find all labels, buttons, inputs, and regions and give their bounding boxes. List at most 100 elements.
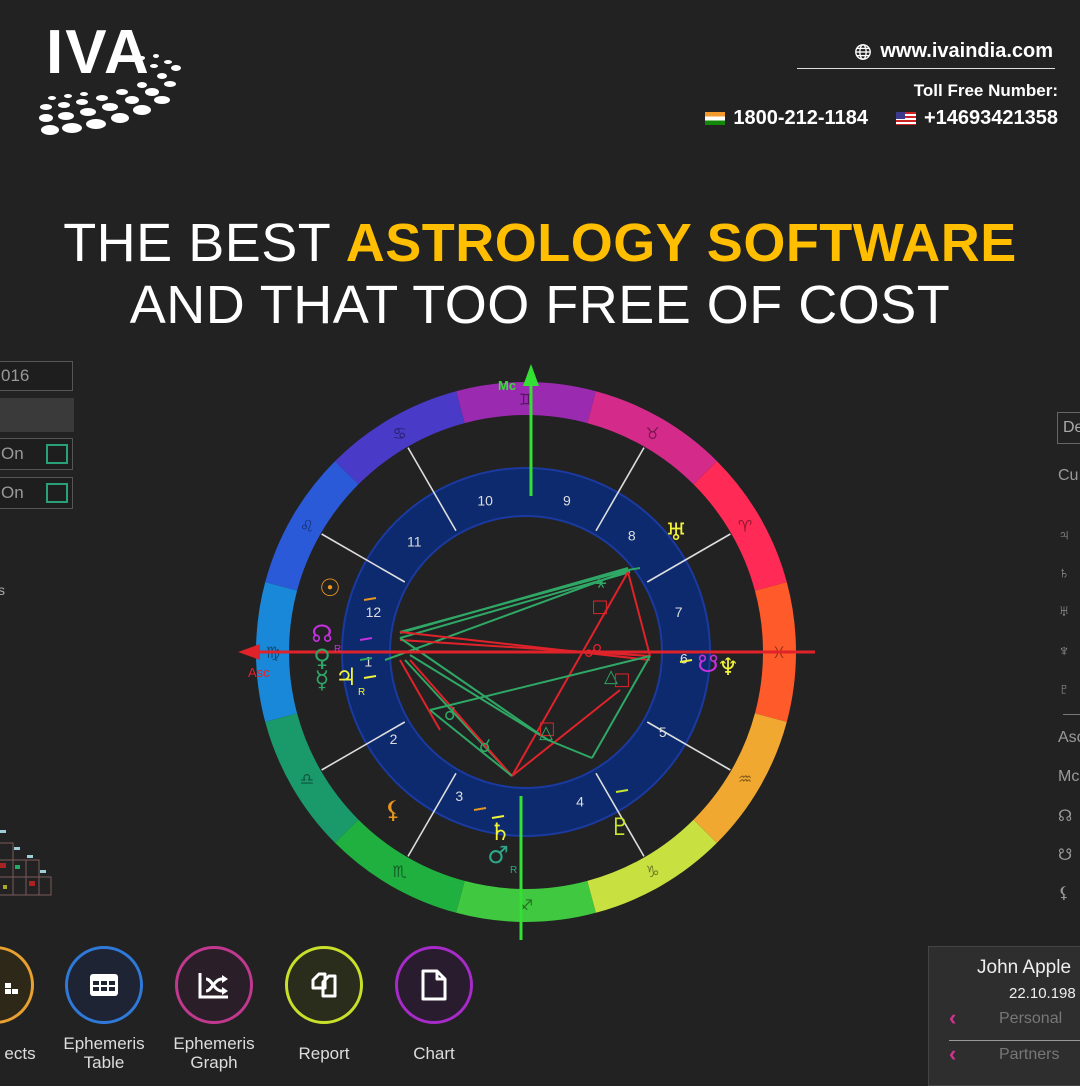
retrograde-marker: R xyxy=(510,865,517,876)
ephemeris-table-button[interactable] xyxy=(65,946,143,1024)
ascendant-arrow-icon xyxy=(238,644,260,660)
date-field[interactable]: 016 xyxy=(0,361,73,391)
globe-icon xyxy=(855,43,872,60)
astrology-chart-wheel[interactable]: ♓♈♉♊♋♌♍♎♏♐♑♒123456789101112□⚹☍△□□△☌☌AscM… xyxy=(230,360,830,945)
zodiac-sign-glyph: ♌ xyxy=(300,517,314,536)
toggle-row-1[interactable]: On xyxy=(0,438,73,470)
midheaven-label: Mc xyxy=(498,378,516,393)
zodiac-sign-glyph: ♉ xyxy=(645,424,659,443)
graph-shuffle-icon xyxy=(198,973,228,999)
divider xyxy=(949,1040,1080,1041)
house-number: 9 xyxy=(563,492,571,508)
aspect-glyph: ☌ xyxy=(444,704,456,725)
toll-free-label: Toll Free Number: xyxy=(913,81,1058,100)
headline-line-1: THE BEST ASTROLOGY SOFTWARE xyxy=(0,212,1080,274)
copy-documents-icon xyxy=(311,972,337,998)
house-number: 5 xyxy=(659,724,667,740)
website-text: www.ivaindia.com xyxy=(880,40,1053,62)
report-label: Report xyxy=(298,1044,350,1063)
headline-line-2: AND THAT TOO FREE OF COST xyxy=(129,275,951,335)
zodiac-sign-glyph: ♒ xyxy=(738,770,752,789)
planet-uranus: ♅ xyxy=(1058,603,1070,620)
profile-name: John Apple xyxy=(977,957,1072,978)
right-header: Cu xyxy=(1058,467,1079,484)
planet-glyph: ☿ xyxy=(315,666,330,694)
zodiac-sign-glyph: ♋ xyxy=(392,424,406,443)
planet-neptune: ♆ xyxy=(1058,643,1070,660)
aspect-glyph: ⚹ xyxy=(596,572,607,593)
profile-card[interactable]: John Apple 22.10.198 ‹ Personal ‹ Partners xyxy=(928,946,1080,1086)
ephemeris-table-label: Ephemeris Table xyxy=(63,1034,145,1072)
house-number: 10 xyxy=(477,492,493,508)
house-number: 7 xyxy=(675,604,683,620)
midheaven-arrow-icon xyxy=(523,364,539,386)
ascendant-label: Asc xyxy=(248,665,270,680)
planet-glyph: ☋ xyxy=(697,650,718,678)
us-flag-icon xyxy=(895,112,916,125)
ephemeris-graph-button[interactable] xyxy=(175,946,253,1024)
chevron-left-icon: ‹ xyxy=(949,1041,957,1066)
planet-glyph: ♃ xyxy=(335,663,357,691)
house-number: 2 xyxy=(390,731,398,747)
logo-dots-graphic xyxy=(39,54,181,135)
aspect-glyph: ☌ xyxy=(479,736,491,757)
point-lilith: ⚸ xyxy=(1058,885,1070,902)
phone-us[interactable]: +14693421358 xyxy=(924,107,1058,130)
planet-saturn: ♄ xyxy=(1058,565,1070,582)
checkbox[interactable] xyxy=(46,444,68,464)
phone-india[interactable]: 1800-212-1184 xyxy=(733,107,868,130)
planet-glyph: ♂ xyxy=(487,841,509,869)
ephemeris-graph-label: Ephemeris Graph xyxy=(173,1034,255,1072)
aspect-grid xyxy=(0,830,52,896)
divider xyxy=(797,68,1055,69)
aspects-button[interactable] xyxy=(0,946,34,1024)
toggle-label: On xyxy=(1,483,24,502)
point-south-node: ☋ xyxy=(1058,847,1073,864)
aspects-icon xyxy=(5,983,18,994)
planet-glyph: ♅ xyxy=(665,518,687,546)
planet-glyph: ♆ xyxy=(717,653,739,681)
house-number: 4 xyxy=(576,793,584,809)
retrograde-marker: R xyxy=(358,687,365,698)
website-link[interactable]: www.ivaindia.com xyxy=(854,40,1053,63)
house-number: 1 xyxy=(364,653,372,669)
divider xyxy=(1063,714,1080,715)
zodiac-sign-glyph: ♈ xyxy=(738,517,752,536)
house-number: 8 xyxy=(628,528,636,544)
table-icon xyxy=(90,974,118,996)
planet-jupiter: ♃ xyxy=(1058,527,1070,544)
profile-date: 22.10.198 xyxy=(1009,985,1076,1002)
headline-white: THE BEST xyxy=(63,213,346,273)
row-label: Partners xyxy=(999,1046,1060,1063)
aspect-glyph: △ xyxy=(539,722,553,743)
point-north-node: ☊ xyxy=(1058,808,1073,825)
house-number: 11 xyxy=(407,533,422,549)
planet-glyph: ⚸ xyxy=(384,796,402,824)
zodiac-sign-glyph: ♏ xyxy=(392,862,406,881)
selection-bar[interactable] xyxy=(0,398,74,432)
point-asc: Asc xyxy=(1058,729,1080,746)
right-dropdown[interactable]: De xyxy=(1057,412,1080,444)
report-button[interactable] xyxy=(285,946,363,1024)
aspect-glyph: □ xyxy=(613,669,630,690)
toggle-row-2[interactable]: On xyxy=(0,477,73,509)
retrograde-marker: R xyxy=(334,644,341,655)
zodiac-sign-glyph: ♎ xyxy=(300,770,314,789)
checkbox[interactable] xyxy=(46,483,68,503)
house-number: 3 xyxy=(455,788,463,804)
planet-pluto: ♇ xyxy=(1058,681,1070,698)
row-label: Personal xyxy=(999,1010,1063,1027)
document-icon xyxy=(421,969,447,1001)
chevron-left-icon: ‹ xyxy=(949,1005,957,1030)
house-number: 12 xyxy=(366,604,382,620)
point-mc: Mc xyxy=(1058,768,1080,785)
headline-highlight: ASTROLOGY SOFTWARE xyxy=(345,213,1017,273)
aspect-glyph: □ xyxy=(591,596,608,617)
chart-label: Chart xyxy=(413,1044,455,1063)
date-value: 016 xyxy=(1,366,30,385)
zodiac-sign-glyph: ♑ xyxy=(645,862,659,881)
chart-button[interactable] xyxy=(395,946,473,1024)
planet-glyph: ♇ xyxy=(609,813,631,841)
india-flag-icon xyxy=(705,112,726,125)
phone-numbers: 1800-212-1184 +14693421358 xyxy=(705,107,1058,130)
